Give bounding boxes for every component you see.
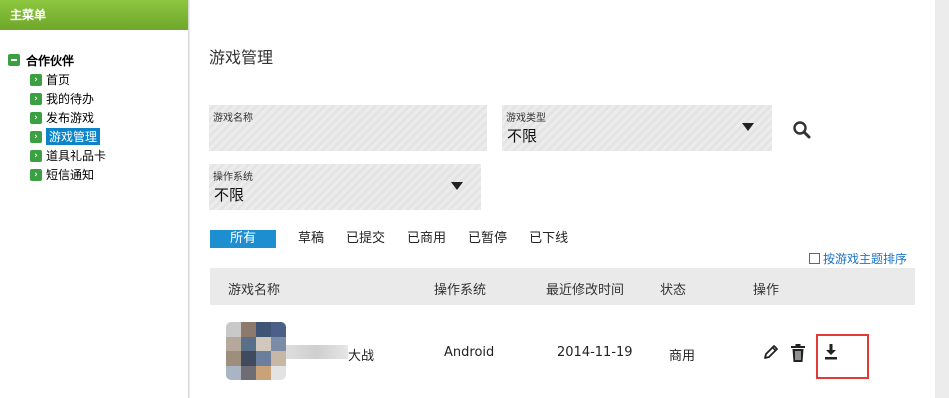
delete-button[interactable] (790, 343, 806, 367)
tab-submitted[interactable]: 已提交 (346, 230, 385, 248)
tab-draft[interactable]: 草稿 (298, 230, 324, 248)
os-label: 操作系统 (213, 172, 253, 183)
game-type-value: 不限 (507, 127, 538, 145)
sidebar-item-label: 首页 (46, 73, 71, 87)
table-row: 大战 Android 2014-11-19 商用 (210, 305, 915, 398)
arrow-right-icon: › (30, 130, 42, 143)
header-actions: 操作 (753, 283, 780, 298)
status-cell: 商用 (669, 349, 696, 364)
sidebar: 主菜单 合作伙伴 › 首页 › 我的待办 › 发布游戏 › 游戏管理 › 道具礼… (0, 0, 189, 398)
tab-all[interactable]: 所有 (210, 230, 276, 248)
os-select[interactable]: 操作系统 不限 (209, 164, 481, 210)
sort-label: 按游戏主题排序 (823, 252, 908, 266)
game-type-select[interactable]: 游戏类型 不限 (502, 105, 772, 151)
sidebar-item-game-management[interactable]: › 游戏管理 (30, 127, 188, 146)
sidebar-header: 主菜单 (0, 0, 188, 30)
sidebar-item-sms-notice[interactable]: › 短信通知 (30, 165, 188, 184)
os-value: 不限 (214, 186, 245, 204)
download-highlight-box (816, 334, 869, 379)
search-button[interactable] (792, 120, 814, 142)
main-content: 游戏管理 游戏名称 游戏类型 不限 操作系统 不限 所有 草稿 已提交 已商用 … (190, 0, 935, 398)
tab-commercial[interactable]: 已商用 (407, 230, 446, 248)
sidebar-group-label: 合作伙伴 (26, 53, 75, 68)
header-modified: 最近修改时间 (546, 283, 625, 298)
sidebar-item-label: 短信通知 (46, 168, 95, 182)
sidebar-item-publish-game[interactable]: › 发布游戏 (30, 108, 188, 127)
sort-checkbox[interactable] (809, 253, 820, 264)
name-blur (286, 345, 348, 359)
arrow-right-icon: › (30, 92, 42, 105)
arrow-right-icon: › (30, 111, 42, 124)
sidebar-item-label: 道具礼品卡 (46, 149, 107, 163)
sidebar-group-partner[interactable]: 合作伙伴 (8, 50, 188, 70)
search-icon (793, 121, 811, 139)
caret-down-icon (451, 182, 463, 190)
trash-icon (791, 344, 805, 362)
sidebar-item-todo[interactable]: › 我的待办 (30, 89, 188, 108)
edit-button[interactable] (762, 343, 780, 365)
sidebar-item-label: 我的待办 (46, 92, 95, 106)
header-game-name: 游戏名称 (228, 283, 281, 298)
table-header: 游戏名称 操作系统 最近修改时间 状态 操作 (210, 268, 915, 305)
game-name-input[interactable]: 游戏名称 (209, 105, 487, 151)
tab-paused[interactable]: 已暂停 (468, 230, 507, 248)
modified-cell: 2014-11-19 (557, 345, 633, 360)
sort-by-theme-option[interactable]: 按游戏主题排序 (809, 250, 907, 267)
sidebar-item-home[interactable]: › 首页 (30, 70, 188, 89)
sidebar-tree: 合作伙伴 › 首页 › 我的待办 › 发布游戏 › 游戏管理 › 道具礼品卡 ›… (0, 30, 188, 184)
page-title: 游戏管理 (209, 48, 274, 67)
sidebar-item-props-giftcards[interactable]: › 道具礼品卡 (30, 146, 188, 165)
header-status: 状态 (660, 283, 687, 298)
sidebar-item-label: 发布游戏 (46, 111, 95, 125)
arrow-right-icon: › (30, 73, 42, 86)
sidebar-item-label: 游戏管理 (46, 128, 101, 145)
arrow-right-icon: › (30, 168, 42, 181)
game-type-label: 游戏类型 (506, 113, 546, 124)
edit-icon (764, 345, 778, 359)
arrow-right-icon: › (30, 149, 42, 162)
game-name-cell: 大战 (348, 349, 375, 364)
caret-down-icon (742, 123, 754, 131)
game-thumbnail (226, 322, 286, 380)
game-name-label: 游戏名称 (213, 113, 253, 124)
os-cell: Android (444, 345, 495, 360)
header-os: 操作系统 (434, 283, 487, 298)
status-tabs: 所有 草稿 已提交 已商用 已暂停 已下线 (210, 230, 590, 248)
tab-offline[interactable]: 已下线 (529, 230, 568, 248)
right-gutter (935, 0, 949, 398)
minus-icon[interactable] (8, 54, 20, 66)
